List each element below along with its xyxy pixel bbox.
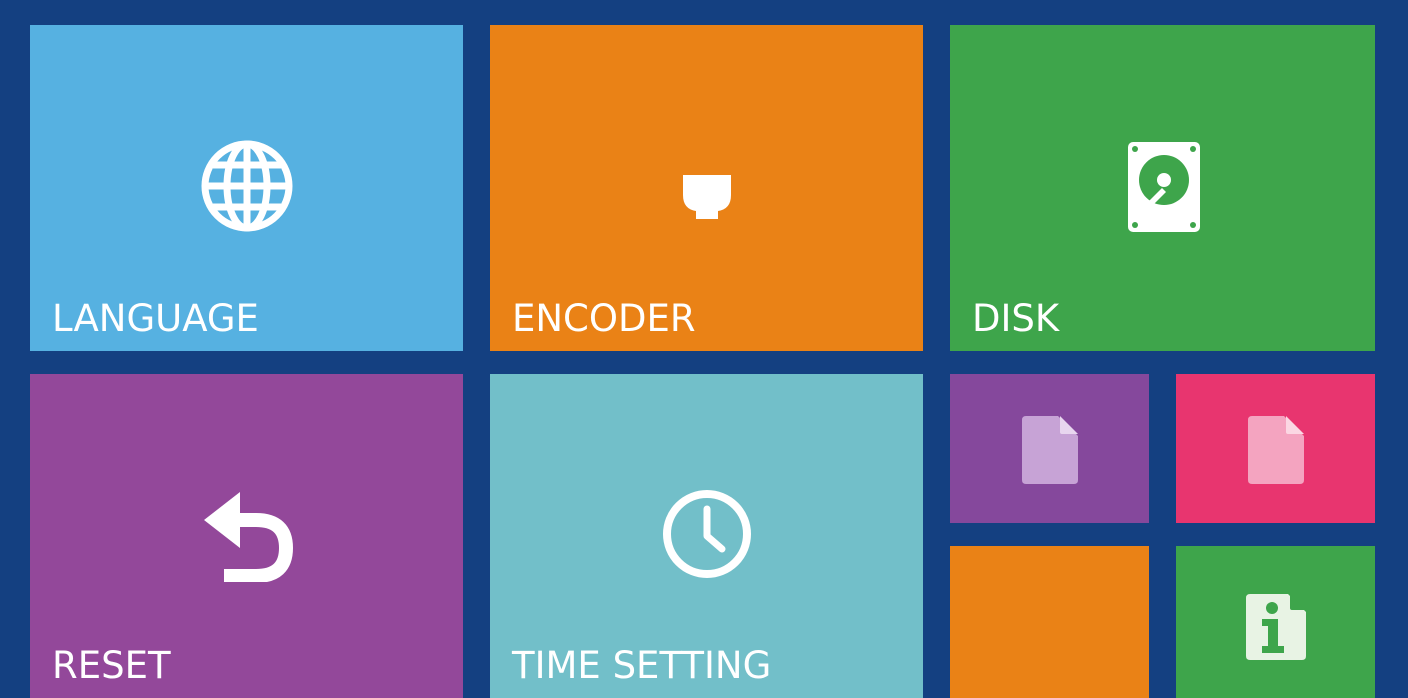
reset-tile[interactable]: RESET bbox=[30, 374, 463, 698]
info-document-icon bbox=[1246, 594, 1306, 660]
hard-disk-icon bbox=[1128, 142, 1200, 232]
document-tile-purple[interactable] bbox=[950, 374, 1149, 523]
time-setting-label: TIME SETTING bbox=[512, 644, 772, 687]
document-tile-pink[interactable] bbox=[1176, 374, 1375, 523]
document-icon bbox=[1022, 416, 1078, 484]
document-icon bbox=[1248, 416, 1304, 484]
language-tile[interactable]: LANGUAGE bbox=[30, 25, 463, 351]
time-setting-tile[interactable]: TIME SETTING bbox=[490, 374, 923, 698]
info-tile[interactable] bbox=[1176, 546, 1375, 698]
disk-label: DISK bbox=[972, 297, 1060, 340]
language-label: LANGUAGE bbox=[52, 297, 259, 340]
disk-tile[interactable]: DISK bbox=[950, 25, 1375, 351]
encoder-tile[interactable]: ENCODER bbox=[490, 25, 923, 351]
reset-label: RESET bbox=[52, 644, 171, 687]
orange-tile[interactable] bbox=[950, 546, 1149, 698]
clock-icon bbox=[663, 490, 751, 578]
encoder-label: ENCODER bbox=[512, 297, 696, 340]
undo-icon bbox=[204, 492, 294, 582]
camera-icon bbox=[683, 175, 731, 219]
globe-icon bbox=[201, 140, 293, 232]
tile-menu-screen: LANGUAGE ENCODER DISK RESET TIME SETTING bbox=[0, 0, 1408, 698]
